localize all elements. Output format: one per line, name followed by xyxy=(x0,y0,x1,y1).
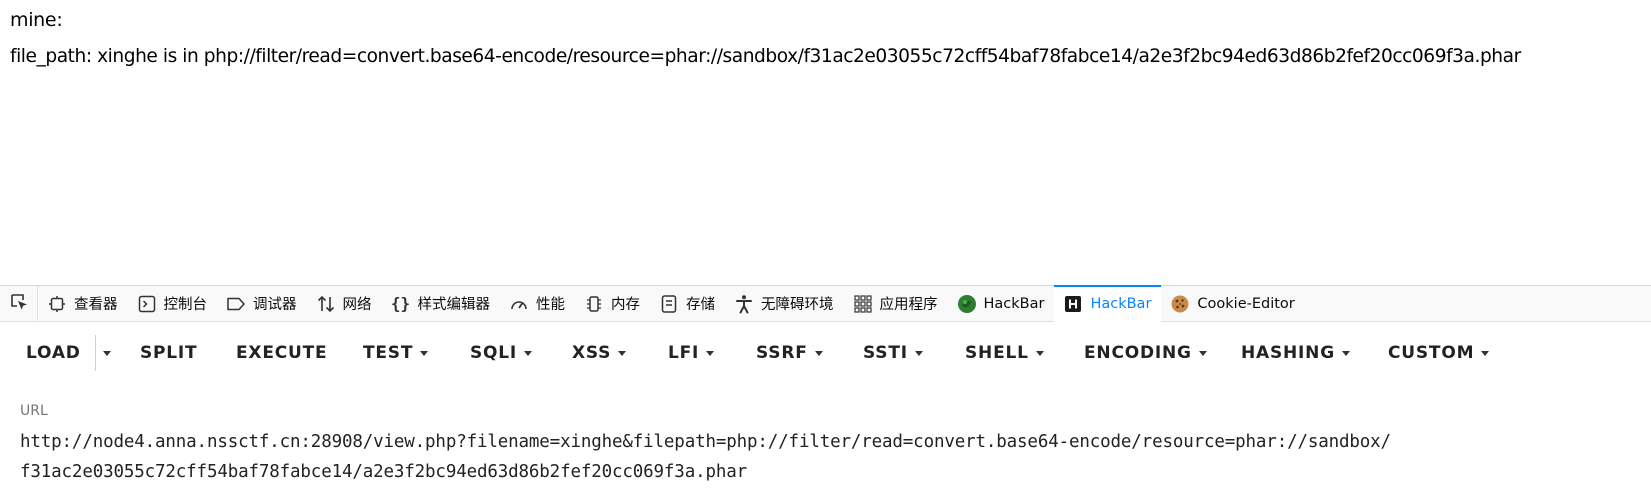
url-label: URL xyxy=(20,403,48,419)
element-picker-button[interactable] xyxy=(0,285,38,322)
tab-label: 控制台 xyxy=(163,297,208,313)
file-path-text: file_path: xinghe is in php://filter/rea… xyxy=(10,46,1521,67)
element-picker-icon xyxy=(9,292,29,316)
test-label: TEST xyxy=(363,343,414,363)
tab-performance[interactable]: 性能 xyxy=(500,286,575,322)
test-dropdown[interactable]: TEST xyxy=(363,333,429,373)
performance-icon xyxy=(509,294,529,314)
execute-label: EXECUTE xyxy=(236,343,328,363)
page-content: mine: file_path: xinghe is in php://filt… xyxy=(0,0,1651,285)
chevron-down-icon xyxy=(1481,350,1490,356)
storage-icon xyxy=(659,294,679,314)
tab-label: 样式编辑器 xyxy=(417,297,491,313)
load-options-chevron-down-icon[interactable] xyxy=(103,351,111,356)
chevron-down-icon xyxy=(420,350,429,356)
tab-storage[interactable]: 存储 xyxy=(650,286,725,322)
tab-label: Cookie-Editor xyxy=(1197,295,1295,312)
ssrf-dropdown[interactable]: SSRF xyxy=(756,333,823,373)
tab-style-editor[interactable]: {} 样式编辑器 xyxy=(382,286,501,322)
sqli-label: SQLI xyxy=(470,343,518,363)
chevron-down-icon xyxy=(814,350,823,356)
lfi-dropdown[interactable]: LFI xyxy=(668,333,715,373)
lfi-label: LFI xyxy=(668,343,700,363)
tab-cookie-editor[interactable]: Cookie-Editor xyxy=(1161,286,1304,322)
chevron-down-icon xyxy=(618,350,627,356)
console-icon xyxy=(137,294,157,314)
tab-label: 内存 xyxy=(611,297,640,313)
url-input[interactable]: http://node4.anna.nssctf.cn:28908/view.p… xyxy=(20,427,1640,487)
chevron-down-icon xyxy=(1198,350,1207,356)
style-editor-icon: {} xyxy=(390,294,411,313)
tab-inspector[interactable]: 查看器 xyxy=(38,286,128,322)
custom-dropdown[interactable]: CUSTOM xyxy=(1388,333,1490,373)
tab-label: 调试器 xyxy=(253,297,297,313)
hashing-label: HASHING xyxy=(1241,343,1335,363)
tab-label: HackBar xyxy=(1090,295,1152,312)
custom-label: CUSTOM xyxy=(1388,343,1475,363)
tab-label: 查看器 xyxy=(74,297,118,313)
tab-memory[interactable]: 内存 xyxy=(575,286,650,322)
debugger-icon xyxy=(226,294,246,314)
ssti-label: SSTI xyxy=(863,343,908,363)
tab-hackbar-legacy[interactable]: HackBar xyxy=(948,286,1055,322)
shell-label: SHELL xyxy=(965,343,1029,363)
tab-label: 网络 xyxy=(342,297,372,313)
devtools-toolbar: 查看器 控制台 调试器 网络 {} 样式编辑器 性能 内存 存储 无障碍环境 应… xyxy=(0,284,1651,322)
tab-label: 存储 xyxy=(686,297,715,313)
memory-icon xyxy=(584,294,604,314)
chevron-down-icon xyxy=(914,350,923,356)
tab-debugger[interactable]: 调试器 xyxy=(217,286,307,322)
ssti-dropdown[interactable]: SSTI xyxy=(863,333,923,373)
tab-accessibility[interactable]: 无障碍环境 xyxy=(725,286,844,322)
tab-label: 无障碍环境 xyxy=(761,297,834,313)
chevron-down-icon xyxy=(1341,350,1350,356)
tab-console[interactable]: 控制台 xyxy=(128,286,218,322)
tab-hackbar[interactable]: HackBar xyxy=(1054,284,1162,322)
hackbar-h-icon xyxy=(1063,294,1083,314)
tab-label: 应用程序 xyxy=(879,297,938,313)
xss-label: XSS xyxy=(572,343,612,363)
tab-network[interactable]: 网络 xyxy=(307,286,382,322)
split-button[interactable]: SPLIT xyxy=(140,333,197,373)
encoding-label: ENCODING xyxy=(1084,343,1192,363)
tab-label: HackBar xyxy=(983,295,1045,312)
shell-dropdown[interactable]: SHELL xyxy=(965,333,1044,373)
tab-label: 性能 xyxy=(536,297,565,313)
hashing-dropdown[interactable]: HASHING xyxy=(1241,333,1350,373)
hackbar-green-icon xyxy=(957,294,977,314)
inspector-icon xyxy=(47,294,67,314)
mine-label: mine: xyxy=(10,9,63,31)
load-divider xyxy=(95,335,96,371)
split-label: SPLIT xyxy=(140,343,198,363)
application-icon xyxy=(853,294,873,314)
ssrf-label: SSRF xyxy=(756,343,808,363)
cookie-icon xyxy=(1170,294,1190,314)
accessibility-icon xyxy=(734,294,754,314)
encoding-dropdown[interactable]: ENCODING xyxy=(1084,333,1207,373)
network-icon xyxy=(316,294,336,314)
execute-button[interactable]: EXECUTE xyxy=(236,333,327,373)
load-button[interactable]: LOAD xyxy=(26,333,81,373)
load-label: LOAD xyxy=(26,343,81,363)
xss-dropdown[interactable]: XSS xyxy=(572,333,627,373)
chevron-down-icon xyxy=(524,350,533,356)
chevron-down-icon xyxy=(706,350,715,356)
sqli-dropdown[interactable]: SQLI xyxy=(470,333,533,373)
chevron-down-icon xyxy=(1035,350,1044,356)
tab-application[interactable]: 应用程序 xyxy=(844,286,948,322)
hackbar-menu: LOAD SPLIT EXECUTE TEST SQLI XSS LFI SSR… xyxy=(0,322,1651,385)
